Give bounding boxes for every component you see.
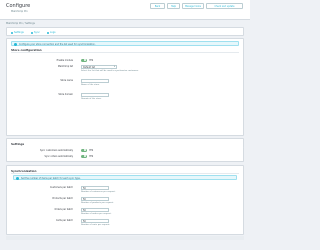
field-help: Number of orders per request. xyxy=(81,213,112,215)
help-button[interactable]: Help xyxy=(167,3,180,9)
sync-orders-switch[interactable] xyxy=(81,154,87,158)
info-icon xyxy=(16,177,19,180)
orders-batch-input[interactable]: 50 xyxy=(81,207,109,212)
toolbar-logs[interactable]: Logs xyxy=(47,31,56,34)
page-header: Configure Mailchimp Pro Back Help Manage… xyxy=(0,0,250,20)
module-toolbar: Settings Sync Logs xyxy=(6,27,244,36)
field-label: Store name xyxy=(60,79,73,82)
sync-icon xyxy=(31,31,33,34)
panel-footer xyxy=(6,236,244,240)
page-subtitle: Mailchimp Pro xyxy=(11,10,28,13)
products-batch-input[interactable]: 50 xyxy=(81,196,109,201)
field-label: Customers per batch xyxy=(50,186,73,189)
field-help: Name of the store. xyxy=(81,84,100,86)
sync-customers-switch[interactable] xyxy=(81,148,87,152)
field-label: Orders per batch xyxy=(54,208,73,211)
field-help: Number of customers per request. xyxy=(81,191,116,193)
field-help: Domain of the store. xyxy=(81,98,102,100)
toolbar-settings[interactable]: Settings xyxy=(11,31,24,34)
enable-module-switch[interactable] xyxy=(81,58,87,62)
field-label: Store domain xyxy=(58,93,73,96)
section-title: Settings xyxy=(11,142,25,146)
store-domain-input[interactable] xyxy=(81,92,109,97)
manage-hooks-button[interactable]: Manage hooks xyxy=(182,3,204,9)
info-icon xyxy=(14,43,17,46)
toolbar-sync[interactable]: Sync xyxy=(31,31,40,34)
field-label: Enable module xyxy=(56,59,73,62)
back-button[interactable]: Back xyxy=(150,3,165,9)
settings-icon xyxy=(11,31,13,34)
field-label: Products per batch xyxy=(52,197,73,200)
field-help: Number of products per request. xyxy=(81,202,114,204)
page-title: Configure xyxy=(6,3,31,9)
switch-value: YES xyxy=(89,149,94,152)
customers-batch-input[interactable]: 50 xyxy=(81,185,109,190)
breadcrumb: Mailchimp Pro / Settings xyxy=(6,22,35,25)
store-configuration-panel: Configure your store connection and the … xyxy=(6,38,244,136)
field-label: Sync orders automatically xyxy=(44,155,73,158)
check-update-button[interactable]: Check and update xyxy=(206,3,243,9)
list-select[interactable]: Default list xyxy=(81,64,117,69)
store-name-input[interactable] xyxy=(81,78,109,83)
field-help: Number of carts per request. xyxy=(81,224,111,226)
field-label: Sync customers automatically xyxy=(39,149,73,152)
logs-icon xyxy=(47,31,49,34)
synchronization-panel: Synchronization Set the number of items … xyxy=(6,165,244,235)
switch-value: YES xyxy=(89,59,94,62)
settings-fields: Sync customers automatically YES Sync or… xyxy=(6,147,244,162)
field-label: Carts per batch xyxy=(56,219,73,222)
info-alert: Set the number of items per batch for ea… xyxy=(13,175,237,180)
field-label: Mailchimp list xyxy=(57,65,73,68)
switch-value: YES xyxy=(89,155,94,158)
info-alert: Configure your store connection and the … xyxy=(11,41,239,46)
carts-batch-input[interactable]: 50 xyxy=(81,218,109,223)
field-help: Select the list that will be used to syn… xyxy=(81,70,139,72)
